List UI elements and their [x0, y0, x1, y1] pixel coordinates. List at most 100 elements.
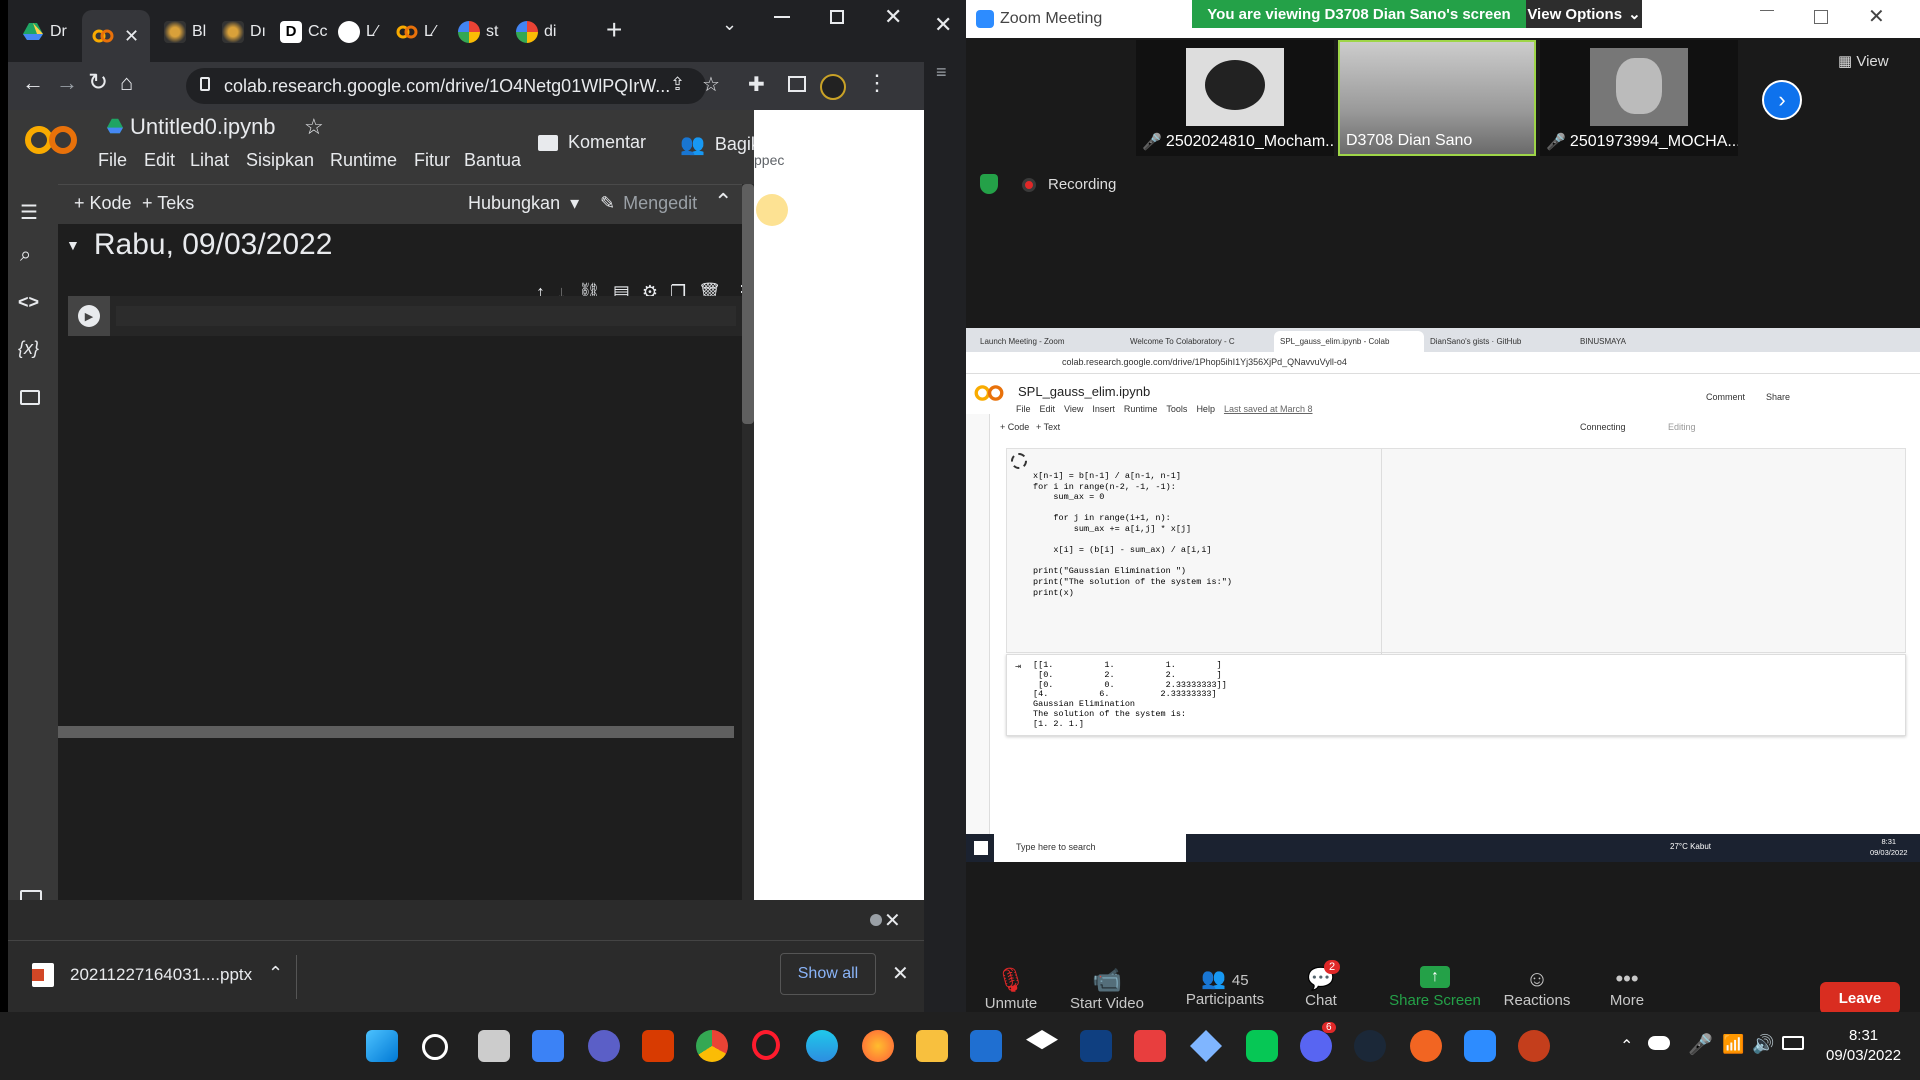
profile-avatar[interactable] — [820, 74, 846, 100]
variables-icon[interactable]: {x} — [18, 338, 39, 359]
code-snippets-icon[interactable]: <> — [18, 292, 39, 313]
close-window-icon[interactable]: ✕ — [1868, 4, 1885, 29]
reload-icon[interactable]: ↻ — [88, 68, 108, 97]
vertical-scrollbar[interactable] — [742, 184, 754, 940]
powerpoint-icon[interactable] — [1518, 1030, 1550, 1062]
search-icon[interactable] — [422, 1034, 448, 1060]
participant-tile-active[interactable]: D3708 Dian Sano — [1338, 40, 1536, 156]
chevron-up-icon[interactable]: ⌃ — [268, 963, 283, 984]
notebook-title[interactable]: Untitled0.ipynb — [130, 114, 276, 140]
minimize-icon[interactable] — [1760, 10, 1774, 11]
add-code-button[interactable]: + Kode — [74, 193, 132, 214]
game-icon[interactable] — [1190, 1030, 1222, 1062]
code-editor[interactable] — [116, 306, 736, 326]
add-text-button[interactable]: + Teks — [142, 193, 194, 214]
chrome-icon[interactable] — [696, 1030, 728, 1062]
star-icon[interactable]: ☆ — [702, 72, 720, 97]
store-icon[interactable] — [1080, 1030, 1112, 1062]
table-of-contents-icon[interactable]: ☰ — [20, 200, 38, 225]
extensions-icon[interactable]: ✚ — [748, 72, 765, 97]
menu-runtime[interactable]: Runtime — [330, 150, 397, 171]
side-panel-icon[interactable] — [788, 76, 806, 92]
share-screen-button[interactable]: ↑ Share Screen — [1380, 966, 1490, 1009]
dropbox-icon[interactable] — [1026, 1030, 1058, 1050]
opera-icon[interactable] — [752, 1030, 780, 1060]
close-window-icon[interactable]: ✕ — [884, 4, 902, 30]
forward-icon[interactable]: → — [56, 70, 78, 96]
menu-file[interactable]: File — [98, 150, 127, 171]
sliders-icon[interactable]: ≡ — [936, 62, 947, 83]
line-icon[interactable] — [1246, 1030, 1278, 1062]
collapse-header-icon[interactable]: ⌃ — [714, 189, 732, 215]
new-tab-icon[interactable]: + — [606, 14, 622, 46]
discord-icon[interactable]: 6 — [1300, 1022, 1336, 1062]
view-options-button[interactable]: View Options ⌄ — [1526, 0, 1642, 28]
microphone-icon[interactable]: 🎤 — [1688, 1032, 1713, 1057]
menu-help[interactable]: Bantua — [464, 150, 521, 171]
leave-button[interactable]: Leave — [1820, 982, 1900, 1014]
tab-drive[interactable]: Dr — [12, 12, 78, 52]
menu-tools[interactable]: Fitur — [414, 150, 450, 171]
mail-icon[interactable] — [970, 1030, 1002, 1062]
close-icon[interactable]: ✕ — [892, 961, 909, 986]
participant-tile[interactable]: 🎤 2502024810_Mocham... — [1136, 40, 1334, 156]
editing-mode-button[interactable]: ✎ Mengedit — [600, 193, 697, 214]
address-bar[interactable]: colab.research.google.com/drive/1O4Netg0… — [186, 68, 706, 104]
menu-view[interactable]: Lihat — [190, 150, 229, 171]
search-icon[interactable]: ⌕ — [20, 244, 31, 267]
show-all-button[interactable]: Show all — [780, 953, 876, 995]
tab-4[interactable]: Dı — [212, 12, 268, 52]
tab-5[interactable]: D Cc — [270, 12, 328, 52]
collapse-caret-icon[interactable]: ▼ — [66, 237, 80, 253]
maximize-icon[interactable] — [1814, 10, 1828, 24]
reactions-button[interactable]: ☺ Reactions — [1492, 966, 1582, 1009]
unmute-button[interactable]: 🎙 Unmute — [966, 966, 1056, 1012]
draw-icon[interactable] — [1134, 1030, 1166, 1062]
chat-button[interactable]: 💬 2 Chat — [1286, 960, 1356, 1009]
close-icon[interactable]: ✕ — [934, 12, 952, 38]
chevron-up-icon[interactable]: ⌃ — [1620, 1036, 1633, 1056]
participants-button[interactable]: 👥 45 Participants — [1180, 966, 1270, 1008]
menu-insert[interactable]: Sisipkan — [246, 150, 314, 171]
close-icon[interactable]: ✕ — [124, 26, 139, 47]
tab-3[interactable]: Bl — [154, 12, 210, 52]
connect-button[interactable]: Hubungkan ▾ — [468, 193, 579, 214]
tab-7[interactable]: L⁄ — [386, 12, 446, 52]
download-item[interactable]: 20211227164031....pptx — [70, 965, 252, 985]
home-icon[interactable]: ⌂ — [120, 70, 133, 96]
maximize-icon[interactable] — [830, 10, 844, 24]
firefox-icon[interactable] — [862, 1030, 894, 1062]
volume-icon[interactable]: 🔊 — [1752, 1034, 1774, 1055]
horizontal-scrollbar[interactable] — [58, 726, 734, 738]
view-button[interactable]: ▦ View — [1838, 52, 1889, 70]
minimize-icon[interactable] — [774, 16, 790, 18]
teams-chat-icon[interactable] — [588, 1030, 620, 1062]
zoom-app-icon[interactable] — [1464, 1030, 1496, 1062]
widgets-icon[interactable] — [532, 1030, 564, 1062]
menu-edit[interactable]: Edit — [144, 150, 175, 171]
folder-icon[interactable] — [20, 390, 40, 405]
share-page-icon[interactable]: ⇪ — [670, 74, 685, 95]
close-icon[interactable]: ✕ — [884, 908, 901, 933]
onedrive-icon[interactable] — [1648, 1036, 1670, 1050]
kebab-menu-icon[interactable]: ⋮ — [866, 70, 888, 96]
wifi-icon[interactable]: 📶 — [1722, 1034, 1744, 1055]
next-page-button[interactable]: › — [1762, 80, 1802, 120]
file-explorer-icon[interactable] — [916, 1030, 948, 1062]
tab-colab-active[interactable]: ✕ — [82, 10, 150, 62]
tab-6[interactable]: L⁄ — [328, 12, 384, 52]
run-cell-button[interactable]: ▶ — [68, 296, 110, 336]
windows-start-icon[interactable] — [366, 1030, 398, 1062]
steam-icon[interactable] — [1354, 1030, 1386, 1062]
location-icon[interactable] — [1410, 1030, 1442, 1062]
tab-8[interactable]: st — [448, 12, 504, 52]
back-icon[interactable]: ← — [22, 70, 44, 96]
more-button[interactable]: ••• More — [1582, 966, 1672, 1009]
comment-button[interactable]: Komentar — [538, 132, 646, 153]
participant-tile[interactable]: 🎤 2501973994_MOCHA... — [1540, 40, 1738, 156]
code-cell[interactable]: ▶ — [68, 296, 744, 336]
clock[interactable]: 8:31 09/03/2022 — [1826, 1026, 1901, 1066]
task-view-icon[interactable] — [478, 1030, 510, 1062]
office-icon[interactable] — [642, 1030, 674, 1062]
battery-icon[interactable] — [1782, 1036, 1804, 1050]
